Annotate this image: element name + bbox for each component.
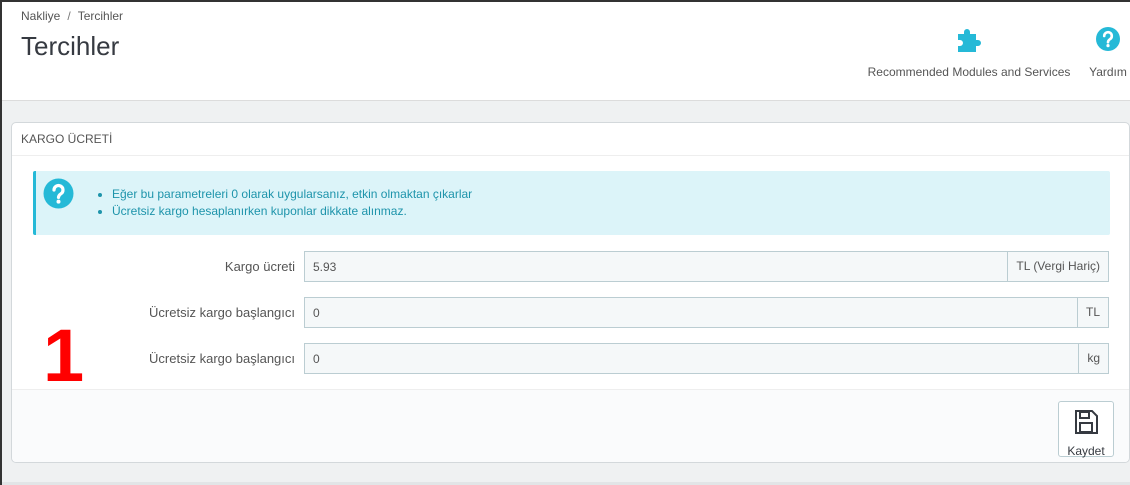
form-row-free-shipping-weight: Ücretsiz kargo başlangıcı kg bbox=[12, 343, 1130, 374]
help-label: Yardım bbox=[1089, 65, 1127, 79]
page-header: Nakliye / Tercihler Tercihler Recommended … bbox=[2, 2, 1130, 101]
alert-item: Ücretsiz kargo hesaplanırken kuponlar di… bbox=[112, 203, 472, 220]
info-alert: Eğer bu parametreleri 0 olarak uygularsa… bbox=[33, 171, 1110, 235]
shipping-fee-unit: TL (Vergi Hariç) bbox=[1008, 251, 1109, 282]
save-label: Kaydet bbox=[1067, 444, 1105, 458]
form-row-free-shipping-price: Ücretsiz kargo başlangıcı TL bbox=[12, 297, 1130, 328]
puzzle-icon bbox=[955, 26, 983, 57]
shipping-fee-input-group: TL (Vergi Hariç) bbox=[304, 251, 1109, 282]
help-circle-icon bbox=[1095, 26, 1121, 57]
free-shipping-weight-label: Ücretsiz kargo başlangıcı bbox=[149, 351, 295, 366]
panel-heading: KARGO ÜCRETİ bbox=[12, 123, 1129, 156]
free-shipping-price-input-group: TL bbox=[304, 297, 1109, 328]
breadcrumb: Nakliye / Tercihler bbox=[21, 9, 123, 23]
form-row-shipping-fee: Kargo ücreti TL (Vergi Hariç) bbox=[12, 251, 1130, 282]
alert-list: Eğer bu parametreleri 0 olarak uygularsa… bbox=[112, 186, 472, 220]
free-shipping-price-label: Ücretsiz kargo başlangıcı bbox=[149, 305, 295, 320]
shipping-fee-label: Kargo ücreti bbox=[224, 259, 295, 274]
alert-item: Eğer bu parametreleri 0 olarak uygularsa… bbox=[112, 186, 472, 203]
save-button[interactable]: Kaydet bbox=[1058, 401, 1114, 458]
help-button[interactable]: Yardım bbox=[1086, 26, 1130, 79]
breadcrumb-current: Tercihler bbox=[77, 9, 124, 23]
free-shipping-weight-unit: kg bbox=[1079, 343, 1109, 374]
free-shipping-price-input[interactable] bbox=[304, 297, 1078, 328]
question-circle-icon bbox=[43, 178, 74, 209]
free-shipping-weight-input[interactable] bbox=[304, 343, 1080, 374]
breadcrumb-parent[interactable]: Nakliye bbox=[21, 9, 60, 23]
shipping-fee-input[interactable] bbox=[304, 251, 1009, 282]
free-shipping-price-unit: TL bbox=[1077, 297, 1109, 328]
recommended-modules-button[interactable]: Recommended Modules and Services bbox=[863, 26, 1075, 79]
floppy-disk-icon bbox=[1072, 402, 1100, 441]
breadcrumb-separator: / bbox=[67, 9, 71, 23]
free-shipping-weight-input-group: kg bbox=[304, 343, 1109, 374]
recommended-modules-label: Recommended Modules and Services bbox=[867, 65, 1071, 79]
page-title: Tercihler bbox=[21, 31, 120, 61]
shipping-fee-panel: KARGO ÜCRETİ Eğer bu parametreleri 0 ola… bbox=[11, 122, 1130, 463]
panel-footer: Kaydet bbox=[12, 389, 1129, 462]
